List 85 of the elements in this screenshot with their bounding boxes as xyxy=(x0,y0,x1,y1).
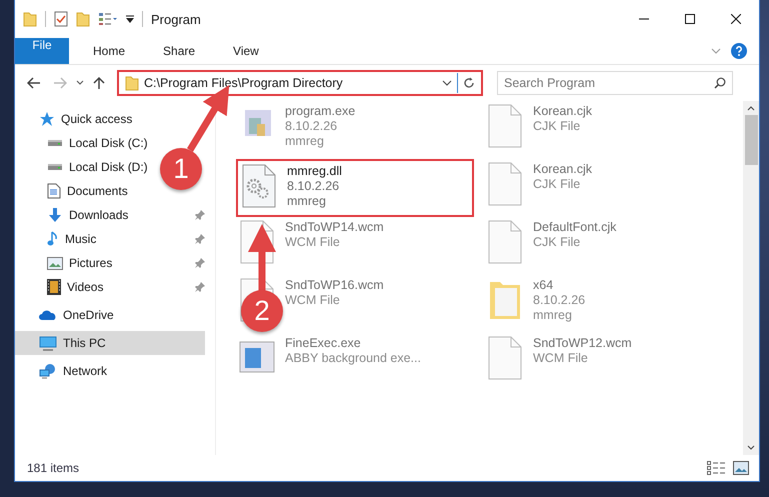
dropdown-icon[interactable] xyxy=(126,14,134,24)
nav-item[interactable]: This PC xyxy=(15,331,205,355)
thumbnail-view-icon[interactable] xyxy=(733,461,749,475)
nav-item[interactable]: Local Disk (C:) xyxy=(15,131,154,155)
down-arrow-icon xyxy=(47,207,63,223)
address-path: C:\Program Files\Program Directory xyxy=(144,76,344,90)
file-detail: CJK File xyxy=(533,177,582,191)
file-icon xyxy=(487,336,523,380)
drive-icon xyxy=(47,164,63,170)
file-detail: CJK File xyxy=(533,235,582,249)
ribbon-tab[interactable]: Home xyxy=(79,38,140,64)
close-icon xyxy=(731,14,741,24)
nav-item[interactable]: Music xyxy=(15,227,102,251)
file-detail: mmreg xyxy=(533,308,573,322)
drive-icon xyxy=(47,140,63,146)
maximize-icon xyxy=(685,14,695,24)
gears-file-icon xyxy=(241,164,277,208)
scroll-up-icon[interactable] xyxy=(747,105,755,111)
landscape-icon xyxy=(47,256,63,270)
file-name: x64 xyxy=(533,278,554,292)
film-icon xyxy=(47,279,61,295)
pin-icon[interactable] xyxy=(195,210,205,220)
pin-icon[interactable] xyxy=(195,258,205,268)
file-name: SndToWP12.wcm xyxy=(533,336,632,350)
file-detail: WCM File xyxy=(533,351,589,365)
file-tab[interactable]: File xyxy=(15,38,69,64)
file-detail: CJK File xyxy=(533,119,582,133)
search-icon[interactable] xyxy=(714,77,726,89)
scrollbar-thumb[interactable] xyxy=(744,115,758,165)
address-bar[interactable]: C:\Program Files\Program Directory xyxy=(117,70,483,96)
back-arrow-icon xyxy=(27,77,41,89)
nav-item[interactable]: Local Disk (D:) xyxy=(15,155,154,179)
nav-item[interactable]: Network xyxy=(15,359,114,383)
file-detail: 8.10.2.26 xyxy=(533,293,586,307)
nav-item[interactable]: Downloads xyxy=(15,203,134,227)
music-note-icon xyxy=(47,231,59,247)
caret-icon xyxy=(76,80,84,86)
details-view-icon[interactable] xyxy=(707,461,725,475)
view-options-icon[interactable] xyxy=(98,12,118,26)
file-name: DefaultFont.cjk xyxy=(533,220,616,234)
ribbon-tab[interactable]: View xyxy=(219,38,273,64)
forward-arrow-icon xyxy=(53,77,67,89)
file-detail: 8.10.2.26 xyxy=(285,119,338,133)
monitor-icon xyxy=(39,336,57,350)
nav-item[interactable]: OneDrive xyxy=(15,303,120,327)
annotation-arrow xyxy=(248,224,276,292)
file-detail: mmreg xyxy=(285,134,325,148)
ribbon-tab[interactable]: Share xyxy=(149,38,210,64)
nav-item[interactable]: Videos xyxy=(15,275,110,299)
pin-icon[interactable] xyxy=(195,282,205,292)
minimize-icon xyxy=(639,18,649,20)
file-icon xyxy=(487,220,523,264)
file-name: Korean.cjk xyxy=(533,162,592,176)
nav-item[interactable]: Pictures xyxy=(15,251,118,275)
star-icon xyxy=(39,111,55,127)
file-name: Korean.cjk xyxy=(533,104,592,118)
file-name: program.exe xyxy=(285,104,356,118)
file-name: SndToWP14.wcm xyxy=(285,220,384,234)
document-icon xyxy=(47,183,61,199)
window-title: Program xyxy=(151,12,201,26)
refresh-icon[interactable] xyxy=(463,77,475,89)
network-icon xyxy=(39,363,57,379)
pin-icon[interactable] xyxy=(195,234,205,244)
file-name: FineExec.exe xyxy=(285,336,362,350)
cloud-icon xyxy=(39,309,57,321)
file-detail: WCM File xyxy=(285,293,341,307)
item-count: 181 items xyxy=(27,461,80,475)
file-name: mmreg.dll xyxy=(287,164,342,178)
up-arrow-icon xyxy=(93,76,105,90)
help-icon[interactable] xyxy=(731,43,747,59)
search-field[interactable]: Search Program xyxy=(497,71,733,95)
scroll-down-icon[interactable] xyxy=(747,445,755,451)
file-detail: 8.10.2.26 xyxy=(287,179,340,193)
file-detail: ABBY background exe... xyxy=(285,351,421,365)
file-detail: WCM File xyxy=(285,235,341,249)
properties-icon[interactable] xyxy=(54,11,68,27)
dropdown-icon[interactable] xyxy=(442,80,452,86)
nav-item[interactable]: Documents xyxy=(15,179,134,203)
file-icon xyxy=(487,162,523,206)
folder-icon xyxy=(125,75,139,91)
file-name: SndToWP16.wcm xyxy=(285,278,384,292)
nav-item[interactable]: Quick access xyxy=(15,107,138,131)
expand-ribbon-icon[interactable] xyxy=(711,48,721,54)
file-icon xyxy=(487,104,523,148)
file-detail: mmreg xyxy=(287,194,327,208)
